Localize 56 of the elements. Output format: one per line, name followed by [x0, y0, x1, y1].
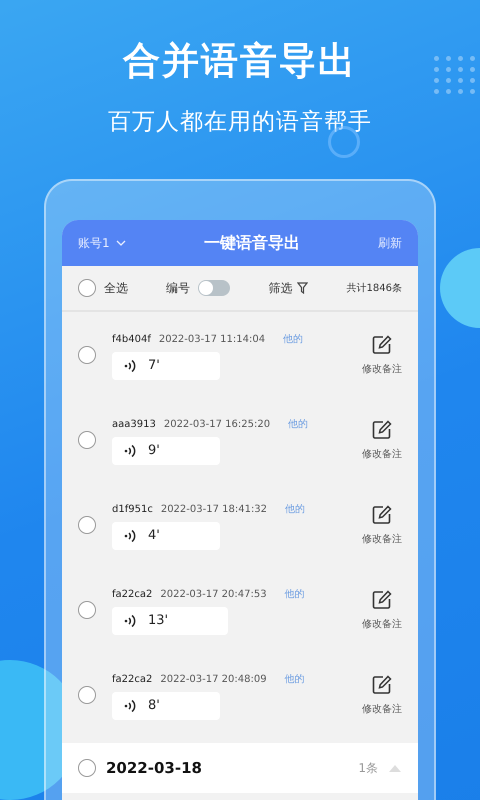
edit-note-button[interactable]: 修改备注 [362, 504, 402, 546]
filter-button[interactable]: 筛选 [268, 280, 308, 296]
edit-icon [371, 504, 393, 526]
owner-tag: 他的 [288, 416, 308, 430]
message-time: 2022-03-17 11:14:04 [158, 334, 266, 344]
banner-title: 合并语音导出 [123, 38, 357, 84]
group-count: 1条 [358, 760, 378, 776]
sender-id: d1f951c [112, 504, 153, 514]
sender-id: fa22ca2 [112, 674, 152, 684]
edit-note-button[interactable]: 修改备注 [362, 418, 402, 460]
edit-note-button[interactable]: 修改备注 [362, 588, 402, 630]
owner-tag: 他的 [284, 586, 305, 600]
voice-icon [122, 442, 138, 458]
message-checkbox[interactable] [78, 686, 96, 704]
group-date: 2022-03-18 [106, 759, 203, 777]
edit-note-button[interactable]: 修改备注 [362, 334, 402, 376]
message-checkbox[interactable] [78, 346, 96, 364]
voice-icon [122, 528, 138, 544]
edit-icon [371, 334, 393, 356]
edit-note-button[interactable]: 修改备注 [362, 674, 402, 716]
owner-tag: 他的 [285, 502, 306, 516]
voice-message-bubble[interactable]: 7' [112, 352, 220, 380]
voice-message-bubble[interactable]: 8' [112, 692, 220, 720]
banner-subtitle: 百万人都在用的语音帮手 [108, 108, 372, 137]
header-title: 一键语音导出 [204, 232, 300, 254]
message-checkbox[interactable] [78, 430, 96, 448]
sender-id: fa22ca2 [112, 588, 152, 600]
voice-icon [122, 358, 138, 374]
message-checkbox[interactable] [78, 516, 96, 534]
total-count: 共计1846条 [346, 282, 402, 295]
voice-icon [122, 612, 138, 628]
voice-message-bubble[interactable]: 13' [112, 606, 228, 634]
edit-icon [371, 674, 393, 696]
chevron-down-icon [116, 240, 126, 246]
message-time: 2022-03-17 20:48:09 [160, 674, 267, 684]
select-all-checkbox[interactable] [78, 279, 96, 297]
filter-icon [297, 282, 308, 294]
sender-id: aaa3913 [112, 418, 156, 430]
sender-id: f4b404f [112, 334, 151, 344]
voice-icon [122, 698, 138, 714]
voice-message-bubble[interactable]: 9' [112, 436, 220, 464]
date-group-row[interactable]: 2022-03-18 1条 [62, 743, 418, 793]
numbering-toggle[interactable] [198, 280, 230, 296]
edit-icon [371, 418, 393, 440]
numbering-label: 编号 [166, 280, 190, 296]
message-checkbox[interactable] [78, 600, 96, 618]
select-all-label: 全选 [104, 280, 128, 296]
message-time: 2022-03-17 18:41:32 [160, 504, 268, 514]
owner-tag: 他的 [283, 332, 304, 346]
edit-icon [371, 588, 393, 610]
voice-message-bubble[interactable]: 4' [112, 522, 220, 550]
dot-grid-icon [434, 56, 476, 94]
owner-tag: 他的 [284, 672, 305, 686]
date-group-checkbox[interactable] [78, 759, 96, 777]
message-time: 2022-03-17 20:47:53 [160, 588, 267, 600]
message-time: 2022-03-17 16:25:20 [164, 418, 270, 430]
